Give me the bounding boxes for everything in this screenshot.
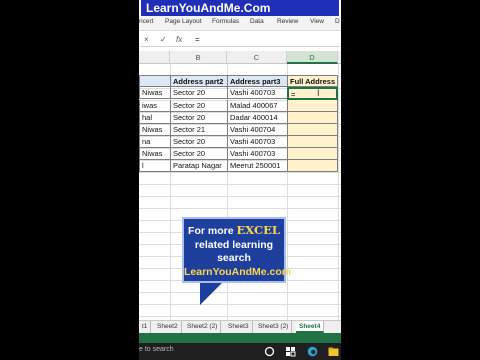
- widgets-icon[interactable]: [285, 346, 296, 357]
- full-address-cell[interactable]: [287, 148, 338, 160]
- header-cell-address-part2[interactable]: Address part2: [170, 75, 228, 87]
- ribbon-tab-review[interactable]: Review: [277, 18, 298, 25]
- callout-line1: For more: [188, 225, 234, 237]
- table-cell[interactable]: Meerut 250001: [227, 160, 288, 172]
- edge-browser-icon[interactable]: [307, 346, 318, 357]
- sheet-tab-sheet3[interactable]: Sheet3: [225, 321, 253, 333]
- table-cell[interactable]: Sector 20: [170, 148, 228, 160]
- column-header-d[interactable]: D: [287, 51, 338, 64]
- table-cell[interactable]: Vashi 400704: [227, 124, 288, 136]
- full-address-cell[interactable]: [287, 112, 338, 124]
- table-cell[interactable]: na: [139, 136, 171, 148]
- table-cell[interactable]: Dadar 400014: [227, 112, 288, 124]
- cancel-icon[interactable]: ×: [144, 35, 149, 44]
- table-cell[interactable]: Malad 400067: [227, 100, 288, 112]
- table-cell[interactable]: Vashi 400703: [227, 148, 288, 160]
- ribbon-tab-bar: ncert Page Layout Formulas Data Review V…: [139, 16, 341, 31]
- status-bar: [139, 333, 341, 343]
- ribbon-tab-page-layout[interactable]: Page Layout: [165, 18, 202, 25]
- column-header-b[interactable]: B: [170, 51, 227, 64]
- table-cell[interactable]: Vashi 400703: [227, 136, 288, 148]
- taskbar-search-box[interactable]: e to search: [139, 346, 174, 353]
- sheet-tab-sheet4[interactable]: Sheet4: [296, 321, 325, 333]
- formula-bar: × ✓ fx =: [139, 33, 341, 47]
- sheet-tab-sheet1[interactable]: t1: [139, 321, 152, 333]
- table-cell[interactable]: Sector 21: [170, 124, 228, 136]
- ribbon-tab-formulas[interactable]: Formulas: [212, 18, 239, 25]
- header-cell-full-address[interactable]: Full Address: [287, 75, 338, 87]
- callout-tail: [200, 283, 222, 305]
- table-cell[interactable]: Sector 20: [170, 136, 228, 148]
- table-cell[interactable]: Niwas: [139, 87, 171, 99]
- table-cell[interactable]: hal: [139, 112, 171, 124]
- ribbon-tab-view[interactable]: View: [310, 18, 324, 25]
- formula-input[interactable]: =: [195, 35, 200, 44]
- table-cell[interactable]: Niwas: [139, 124, 171, 136]
- windows-taskbar: e to search: [139, 343, 341, 360]
- enter-icon[interactable]: ✓: [160, 35, 167, 44]
- full-address-cell[interactable]: [287, 160, 338, 172]
- column-header-a[interactable]: [139, 51, 170, 64]
- full-address-cell[interactable]: [287, 100, 338, 112]
- ribbon-tab-insert[interactable]: ncert: [139, 18, 153, 25]
- column-header-c[interactable]: C: [227, 51, 287, 64]
- excel-window: LearnYouAndMe.Com ncert Page Layout Form…: [139, 0, 341, 360]
- table-cell[interactable]: iwas: [139, 100, 171, 112]
- ribbon-tab-more[interactable]: D: [335, 18, 340, 25]
- active-cell[interactable]: =: [287, 87, 338, 100]
- file-explorer-icon[interactable]: [328, 346, 339, 357]
- sheet-tab-sheet2[interactable]: Sheet2: [154, 321, 182, 333]
- table-cell[interactable]: Sector 20: [170, 87, 228, 99]
- header-cell-address-part3[interactable]: Address part3: [227, 75, 288, 87]
- full-address-cell[interactable]: [287, 136, 338, 148]
- ribbon-tab-data[interactable]: Data: [250, 18, 264, 25]
- table-cell[interactable]: Sector 20: [170, 112, 228, 124]
- insert-function-icon[interactable]: fx: [176, 35, 182, 44]
- callout-line2: related learning: [194, 238, 274, 251]
- text-cursor-icon: I: [317, 88, 320, 98]
- callout-excel-word: EXCEL: [236, 223, 280, 237]
- table-cell[interactable]: Sector 20: [170, 100, 228, 112]
- callout-line3: search: [217, 252, 251, 264]
- table-cell[interactable]: Paratap Nagar: [170, 160, 228, 172]
- table-cell[interactable]: Niwas: [139, 148, 171, 160]
- task-view-icon[interactable]: [264, 346, 275, 357]
- full-address-cell[interactable]: [287, 124, 338, 136]
- sheet-tab-sheet2-2[interactable]: Sheet2 (2): [184, 321, 222, 333]
- callout-url: LearnYouAndMe.com: [184, 265, 292, 278]
- header-cell-a[interactable]: [139, 75, 171, 87]
- sheet-tab-sheet3-2[interactable]: Sheet3 (2): [255, 321, 293, 333]
- column-header-row: B C D: [139, 51, 341, 64]
- promo-callout: For more EXCEL related learning search L…: [182, 217, 292, 283]
- table-cell[interactable]: l: [139, 160, 171, 172]
- brand-banner: LearnYouAndMe.Com: [141, 0, 339, 16]
- sheet-tab-bar: t1 Sheet2 Sheet2 (2) Sheet3 Sheet3 (2) S…: [139, 320, 341, 333]
- table-cell[interactable]: Vashi 400703: [227, 87, 288, 99]
